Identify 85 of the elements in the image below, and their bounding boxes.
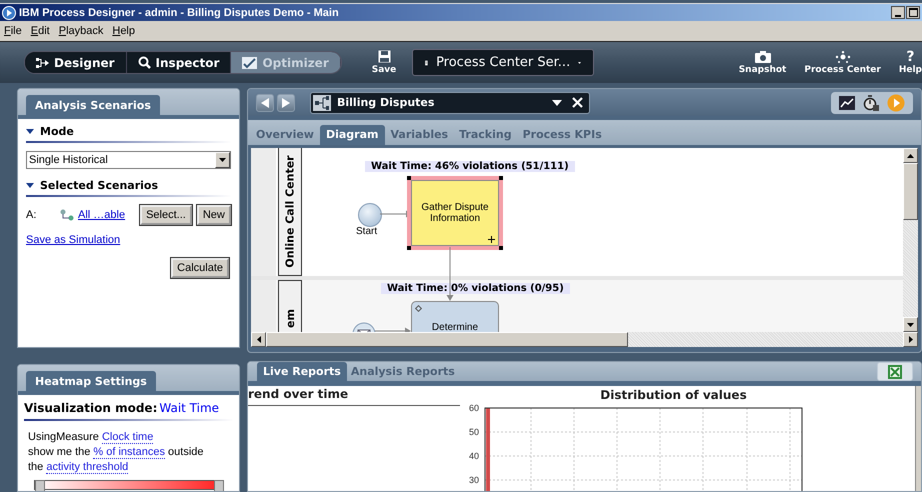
vertical-scrollbar[interactable] <box>915 386 921 491</box>
lane-header: em <box>278 280 302 332</box>
menu-item[interactable]: Edit <box>30 25 50 37</box>
scroll-up-icon[interactable] <box>907 154 914 158</box>
slider-handle[interactable] <box>35 480 45 491</box>
setting-link[interactable]: Clock time <box>102 431 154 444</box>
network-icon <box>834 50 852 62</box>
axis-tick-label: 40 <box>468 451 479 461</box>
axis-tick-label: 30 <box>468 475 479 485</box>
save-button[interactable]: Save <box>372 50 396 75</box>
chart-title: Distribution of values <box>599 387 748 402</box>
scenario-button[interactable]: New <box>196 205 231 225</box>
toolbar-button[interactable]: ? Help <box>898 50 922 74</box>
caret-icon <box>552 100 562 106</box>
chart-check-icon <box>242 56 258 68</box>
camera-icon <box>754 50 771 62</box>
server-dropdown[interactable]: Process Center Ser... <box>412 49 594 76</box>
window-title: IBM Process Designer - admin - Billing Disputes Demo - Main <box>19 6 339 18</box>
violation-label: Wait Time: 0% violations (0/95) <box>381 283 570 294</box>
task-node[interactable]: Gather Dispute Information <box>407 176 503 250</box>
chart-title: rend over time <box>248 386 460 406</box>
panel-tab[interactable]: Heatmap Settings <box>26 371 156 391</box>
threshold-slider[interactable] <box>34 480 223 490</box>
spreadsheet-icon <box>888 364 902 378</box>
collapse-icon <box>26 183 34 188</box>
maximize-button[interactable] <box>906 6 920 19</box>
app-icon <box>2 6 16 20</box>
minimize-button[interactable] <box>891 6 905 19</box>
mode-select[interactable]: Single Historical <box>26 151 231 169</box>
save-simulation-link[interactable]: Save as Simulation <box>26 234 120 246</box>
section-header[interactable]: Selected Scenarios <box>26 177 231 197</box>
lane-header: Online Call Center <box>278 148 302 276</box>
scroll-left-icon[interactable] <box>256 336 260 343</box>
search-icon <box>138 56 151 69</box>
settings-sentence: UsingMeasure Clock time <box>28 431 154 443</box>
dropdown-arrow-icon <box>219 158 226 162</box>
stopwatch-icon[interactable] <box>863 94 879 110</box>
axis-tick-label: 60 <box>468 403 479 413</box>
toolbar-button[interactable]: Snapshot <box>738 50 786 74</box>
horizontal-scrollbar[interactable] <box>251 332 918 347</box>
section-header[interactable]: Mode <box>26 123 231 143</box>
settings-sentence: show me the % of instances outside <box>28 446 204 458</box>
violation-label: Wait Time: 46% violations (51/111) <box>365 161 575 172</box>
start-event[interactable] <box>358 203 382 227</box>
settings-sentence: the activity threshold <box>28 461 130 473</box>
report-tab[interactable]: Live Reports <box>257 362 347 381</box>
scroll-down-icon[interactable] <box>907 322 914 326</box>
axis-tick-label: 50 <box>468 427 479 437</box>
scenario-link[interactable]: All …able <box>78 209 126 221</box>
vertical-scrollbar[interactable] <box>903 148 918 332</box>
editor-tab[interactable]: Diagram <box>320 125 384 145</box>
process-icon <box>313 94 331 110</box>
scenario-icon <box>60 209 74 221</box>
mode-tab[interactable]: Designer <box>25 52 127 73</box>
menu-item[interactable]: File <box>4 25 22 37</box>
minimize-icon <box>895 14 901 16</box>
export-button[interactable] <box>877 362 913 381</box>
task-node[interactable]: Determine <box>411 301 499 332</box>
scroll-right-icon[interactable] <box>908 336 912 343</box>
scenario-button[interactable]: Select... <box>140 205 192 225</box>
forward-icon <box>282 98 290 108</box>
collapse-icon <box>26 129 34 134</box>
setting-link[interactable]: activity threshold <box>46 461 128 474</box>
scenario-label: A: <box>26 209 38 221</box>
close-icon[interactable] <box>572 97 583 108</box>
back-icon <box>261 98 269 108</box>
calculate-button[interactable]: Calculate <box>171 258 229 278</box>
event-label: Start <box>356 226 378 237</box>
slider-handle[interactable] <box>214 480 224 491</box>
flow-icon <box>36 58 49 68</box>
subprocess-icon <box>488 236 495 243</box>
toolbar-button[interactable]: Process Center <box>804 50 881 74</box>
forward-button[interactable] <box>277 94 295 112</box>
save-icon <box>378 50 391 63</box>
menu-item[interactable]: Playback <box>58 25 104 37</box>
chart-icon[interactable] <box>839 96 855 110</box>
mode-value: Wait Time <box>159 401 220 415</box>
marker-icon <box>414 304 422 312</box>
mode-label: Visualization mode: <box>24 401 158 415</box>
process-dropdown[interactable]: Billing Disputes <box>310 92 590 114</box>
back-button[interactable] <box>256 94 274 112</box>
maximize-icon <box>908 8 918 17</box>
panel-tab[interactable]: Analysis Scenarios <box>26 95 160 115</box>
menu-item[interactable]: Help <box>112 25 135 37</box>
setting-link[interactable]: % of instances <box>93 446 165 459</box>
